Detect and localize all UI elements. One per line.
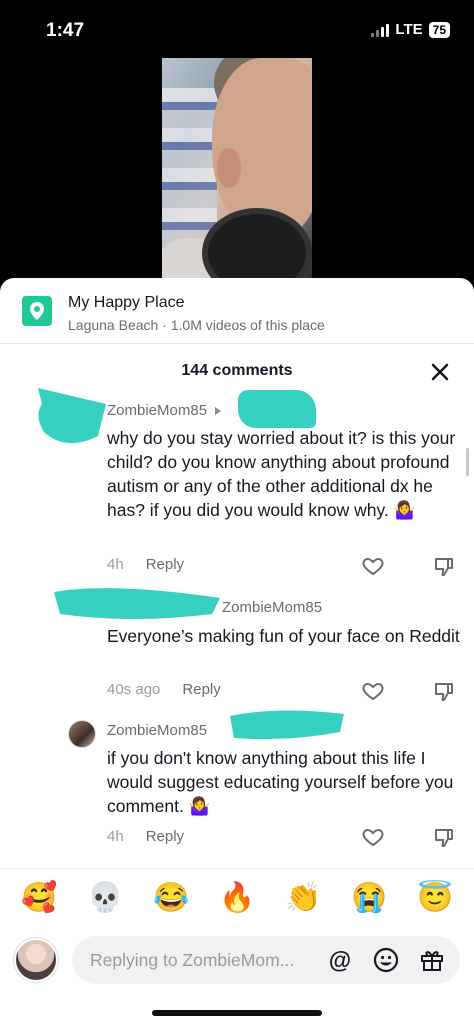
battery-icon: 75 [428, 21, 450, 38]
emoji-tears-of-joy[interactable]: 😂 [153, 881, 189, 915]
emoji-smiling-hearts[interactable]: 🥰 [21, 881, 57, 915]
emoji-halo[interactable]: 😇 [417, 881, 453, 915]
reply-button[interactable]: Reply [182, 681, 220, 698]
redaction-mark [54, 588, 220, 619]
comment-text: if you don't know anything about this li… [107, 748, 454, 816]
divider [0, 343, 474, 344]
status-time: 1:47 [46, 20, 85, 41]
heart-icon[interactable] [361, 679, 385, 703]
avatar[interactable] [68, 720, 96, 748]
dislike-icon[interactable] [433, 681, 455, 703]
status-bar: 1:47 LTE 75 [0, 0, 474, 60]
heart-icon[interactable] [361, 825, 385, 849]
dislike-icon[interactable] [433, 556, 455, 578]
emoji-crying[interactable]: 😭 [351, 881, 387, 915]
heart-icon[interactable] [361, 554, 385, 578]
video-preview[interactable] [162, 58, 312, 280]
signal-icon [371, 23, 390, 37]
comment-text: why do you stay worried about it? is thi… [107, 428, 456, 520]
emoji-fire[interactable]: 🔥 [219, 881, 255, 915]
comment-meta: 40s ago Reply [107, 681, 221, 698]
my-avatar[interactable] [14, 938, 58, 982]
place-title: My Happy Place [68, 294, 185, 311]
comment-time: 40s ago [107, 681, 161, 698]
emoji-clap[interactable]: 👏 [285, 881, 321, 915]
redaction-mark [230, 710, 344, 740]
reply-arrow-icon [215, 407, 222, 416]
comment-text: Everyone’s making fun of your face on Re… [107, 626, 460, 646]
comment-username[interactable]: ZombieMom85 [222, 599, 322, 616]
reply-button[interactable]: Reply [146, 828, 184, 845]
comment-time: 4h [107, 556, 124, 573]
network-label: LTE [395, 21, 423, 38]
comment-meta: 4h Reply [107, 828, 184, 845]
comment-input-placeholder: Replying to ZombieMom... [90, 950, 295, 970]
mention-icon[interactable]: @ [326, 946, 354, 974]
comments-sheet: My Happy Place Laguna Beach · 1.0M video… [0, 278, 474, 1026]
reply-button[interactable]: Reply [146, 556, 184, 573]
dislike-icon[interactable] [433, 827, 455, 849]
close-icon[interactable] [428, 360, 452, 384]
comment-time: 4h [107, 828, 124, 845]
comment-input[interactable]: Replying to ZombieMom... @ [72, 936, 460, 984]
comment-username[interactable]: ZombieMom85 [107, 402, 222, 419]
emoji-quick-bar: 🥰 💀 😂 🔥 👏 😭 😇 [0, 868, 474, 926]
gift-icon[interactable] [418, 946, 446, 974]
place-subtitle: Laguna Beach · 1.0M videos of this place [68, 317, 325, 333]
status-right: LTE 75 [371, 21, 450, 38]
redaction-mark [238, 390, 316, 428]
comment-username[interactable]: ZombieMom85 [107, 722, 207, 739]
reply-bar: Replying to ZombieMom... @ [0, 933, 474, 993]
emoji-icon[interactable] [372, 946, 400, 974]
comment-meta: 4h Reply [107, 556, 184, 573]
home-indicator[interactable] [152, 1010, 322, 1016]
emoji-skull[interactable]: 💀 [87, 881, 123, 915]
redaction-mark [38, 388, 106, 444]
place-banner[interactable]: My Happy Place Laguna Beach · 1.0M video… [0, 278, 474, 343]
location-pin-icon [22, 296, 52, 326]
